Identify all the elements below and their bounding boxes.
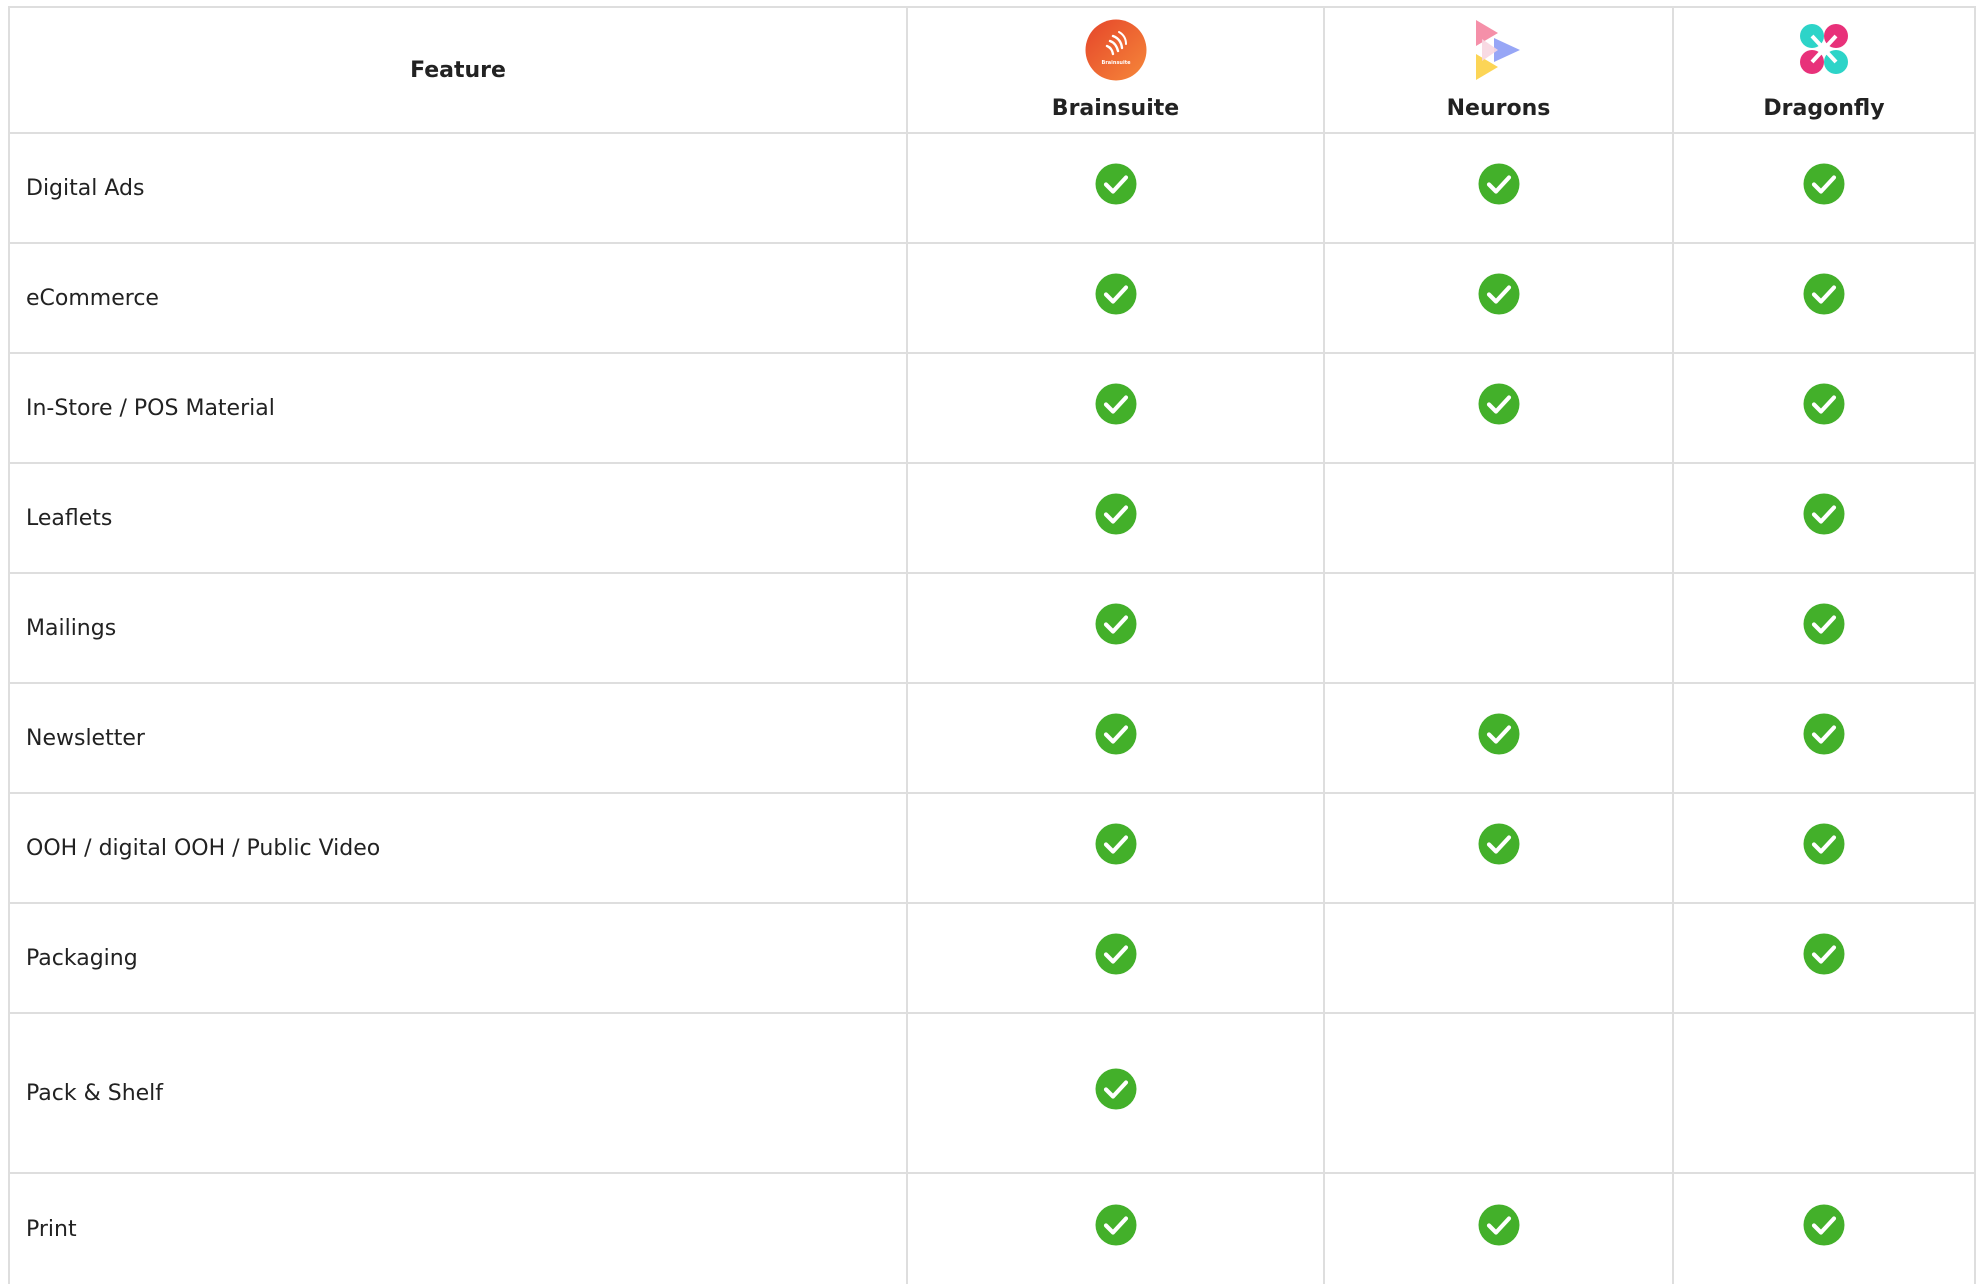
neurons-mark	[1323, 682, 1674, 794]
feature-comparison-table: Feature Brainsuite Brainsuite Neurons Dr…	[8, 6, 1976, 1284]
feature-name: In-Store / POS Material	[8, 352, 908, 464]
neurons-mark	[1323, 902, 1674, 1014]
neurons-mark	[1323, 572, 1674, 684]
check-circle-icon	[1095, 1204, 1137, 1246]
neurons-mark	[1323, 1172, 1674, 1284]
comparison-table-container: Feature Brainsuite Brainsuite Neurons Dr…	[8, 6, 1976, 1284]
neurons-mark	[1323, 242, 1674, 354]
check-circle-icon	[1803, 493, 1845, 535]
feature-name: Newsletter	[8, 682, 908, 794]
dragonfly-mark	[1672, 1172, 1976, 1284]
dragonfly-label: Dragonfly	[1763, 96, 1885, 121]
dragonfly-column-header: Dragonfly	[1672, 6, 1976, 134]
check-circle-icon	[1095, 163, 1137, 205]
feature-name: Pack & Shelf	[8, 1012, 908, 1174]
dragonfly-mark	[1672, 792, 1976, 904]
check-circle-icon	[1478, 1204, 1520, 1246]
check-circle-icon	[1095, 823, 1137, 865]
feature-name: Mailings	[8, 572, 908, 684]
feature-name: eCommerce	[8, 242, 908, 354]
dragonfly-mark	[1672, 682, 1976, 794]
brainsuite-logo-icon: Brainsuite	[1085, 19, 1146, 81]
check-circle-icon	[1803, 823, 1845, 865]
brainsuite-mark	[906, 682, 1325, 794]
table-row: OOH / digital OOH / Public Video	[8, 792, 1976, 904]
table-row: Leaflets	[8, 462, 1976, 574]
check-circle-icon	[1095, 493, 1137, 535]
check-circle-icon	[1095, 273, 1137, 315]
brainsuite-mark	[906, 1172, 1325, 1284]
check-circle-icon	[1095, 383, 1137, 425]
neurons-mark	[1323, 352, 1674, 464]
check-circle-icon	[1478, 713, 1520, 755]
dragonfly-mark	[1672, 132, 1976, 244]
check-circle-icon	[1803, 383, 1845, 425]
feature-name: Print	[8, 1172, 908, 1284]
check-circle-icon	[1803, 273, 1845, 315]
dragonfly-logo-icon	[1800, 24, 1848, 74]
brainsuite-mark	[906, 352, 1325, 464]
table-row: Print	[8, 1172, 1976, 1284]
feature-name: OOH / digital OOH / Public Video	[8, 792, 908, 904]
table-row: Packaging	[8, 902, 1976, 1014]
brainsuite-mark	[906, 1012, 1325, 1174]
neurons-mark	[1323, 132, 1674, 244]
table-header-row: Feature Brainsuite Brainsuite Neurons Dr…	[8, 6, 1976, 134]
neurons-label: Neurons	[1446, 96, 1551, 121]
neurons-column-header: Neurons	[1323, 6, 1674, 134]
check-circle-icon	[1095, 1068, 1137, 1110]
dragonfly-mark	[1672, 462, 1976, 574]
table-row: Pack & Shelf	[8, 1012, 1976, 1174]
check-circle-icon	[1803, 933, 1845, 975]
brainsuite-column-header: Brainsuite Brainsuite	[906, 6, 1325, 134]
check-circle-icon	[1095, 713, 1137, 755]
brainsuite-label: Brainsuite	[1051, 96, 1180, 121]
check-circle-icon	[1803, 1204, 1845, 1246]
table-row: eCommerce	[8, 242, 1976, 354]
neurons-mark	[1323, 792, 1674, 904]
neurons-mark	[1323, 462, 1674, 574]
check-circle-icon	[1803, 603, 1845, 645]
brainsuite-mark	[906, 242, 1325, 354]
check-circle-icon	[1478, 383, 1520, 425]
dragonfly-mark	[1672, 572, 1976, 684]
brainsuite-mark	[906, 902, 1325, 1014]
brainsuite-mark	[906, 462, 1325, 574]
table-row: Digital Ads	[8, 132, 1976, 244]
table-row: In-Store / POS Material	[8, 352, 1976, 464]
dragonfly-mark	[1672, 352, 1976, 464]
brainsuite-mark	[906, 792, 1325, 904]
neurons-mark	[1323, 1012, 1674, 1174]
check-circle-icon	[1803, 163, 1845, 205]
neurons-logo-icon	[1475, 20, 1520, 80]
table-row: Newsletter	[8, 682, 1976, 794]
brainsuite-mark	[906, 132, 1325, 244]
feature-name: Packaging	[8, 902, 908, 1014]
table-row: Mailings	[8, 572, 1976, 684]
feature-name: Digital Ads	[8, 132, 908, 244]
check-circle-icon	[1478, 163, 1520, 205]
check-circle-icon	[1095, 603, 1137, 645]
feature-column-header: Feature	[8, 6, 908, 134]
check-circle-icon	[1478, 823, 1520, 865]
feature-name: Leaflets	[8, 462, 908, 574]
check-circle-icon	[1095, 933, 1137, 975]
dragonfly-mark	[1672, 1012, 1976, 1174]
check-circle-icon	[1478, 273, 1520, 315]
dragonfly-mark	[1672, 242, 1976, 354]
dragonfly-mark	[1672, 902, 1976, 1014]
brainsuite-logo-text: Brainsuite	[1101, 60, 1131, 66]
brainsuite-mark	[906, 572, 1325, 684]
check-circle-icon	[1803, 713, 1845, 755]
